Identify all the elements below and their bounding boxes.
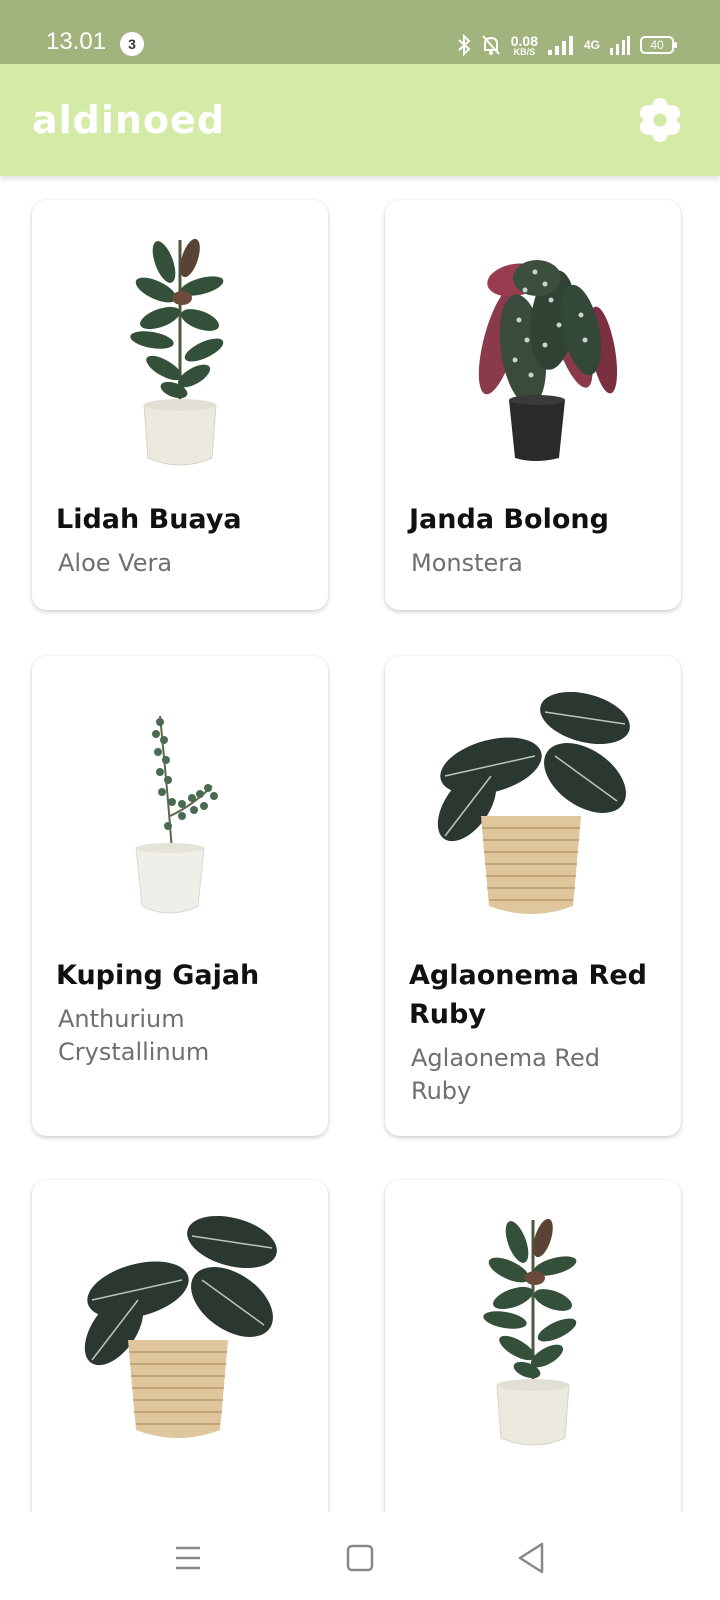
plant-card[interactable] (32, 1180, 328, 1512)
plant-name: Kuping Gajah (56, 960, 260, 991)
network-speed: 0.08 KB/S (511, 34, 538, 57)
alocasia-plant-image (437, 691, 630, 914)
plant-card[interactable]: Lidah Buaya Aloe Vera (32, 200, 328, 610)
alocasia-plant-image (84, 1215, 277, 1438)
rubber-plant-image (130, 238, 224, 466)
plant-name: Aglaonema Red Ruby (409, 960, 647, 1030)
bluetooth-icon (458, 34, 471, 56)
plant-grid: Lidah Buaya Aloe Vera Janda Bolong Monst… (0, 176, 720, 1512)
home-button[interactable] (340, 1538, 380, 1578)
plant-latin-name: Aloe Vera (58, 549, 173, 577)
plant-latin-name: Monstera (411, 549, 523, 577)
plant-name: Lidah Buaya (56, 504, 242, 535)
rubber-plant-image (483, 1218, 577, 1446)
plant-latin-name: Anthurium Crystallinum (58, 1005, 210, 1066)
plant-card[interactable] (385, 1180, 681, 1512)
status-time: 13.01 (46, 28, 107, 55)
plant-card[interactable]: Janda Bolong Monstera (385, 200, 681, 610)
gear-icon (640, 98, 680, 142)
speed-value: 0.08 (510, 32, 538, 49)
app-bar: aldinoed (0, 64, 720, 176)
speed-unit: KB/S (513, 46, 536, 57)
status-bar: 13.01 3 0.08 KB/S 4G 40 (0, 0, 720, 64)
signal-icon-2 (610, 36, 630, 55)
battery-icon: 40 (640, 36, 677, 54)
back-button[interactable] (512, 1538, 552, 1578)
begonia-plant-image (478, 260, 618, 461)
notification-count-badge: 3 (120, 32, 144, 56)
plant-latin-name: Aglaonema Red Ruby (411, 1044, 600, 1105)
menu-button[interactable] (168, 1538, 208, 1578)
navigation-bar (0, 1512, 720, 1600)
network-type: 4G (583, 38, 600, 52)
status-icons: 0.08 KB/S 4G 40 (457, 30, 677, 60)
plant-card[interactable]: Aglaonema Red Ruby Aglaonema Red Ruby (385, 656, 681, 1136)
menu-icon (176, 1546, 200, 1570)
eucalyptus-plant-image (135, 715, 218, 914)
app-title: aldinoed (32, 98, 226, 142)
home-icon (346, 1544, 374, 1572)
signal-icon (547, 36, 573, 55)
settings-button[interactable] (636, 96, 684, 144)
plant-name: Janda Bolong (409, 504, 609, 535)
plant-card[interactable]: Kuping Gajah Anthurium Crystallinum (32, 656, 328, 1136)
bell-muted-icon (481, 35, 500, 55)
back-icon (518, 1542, 544, 1574)
